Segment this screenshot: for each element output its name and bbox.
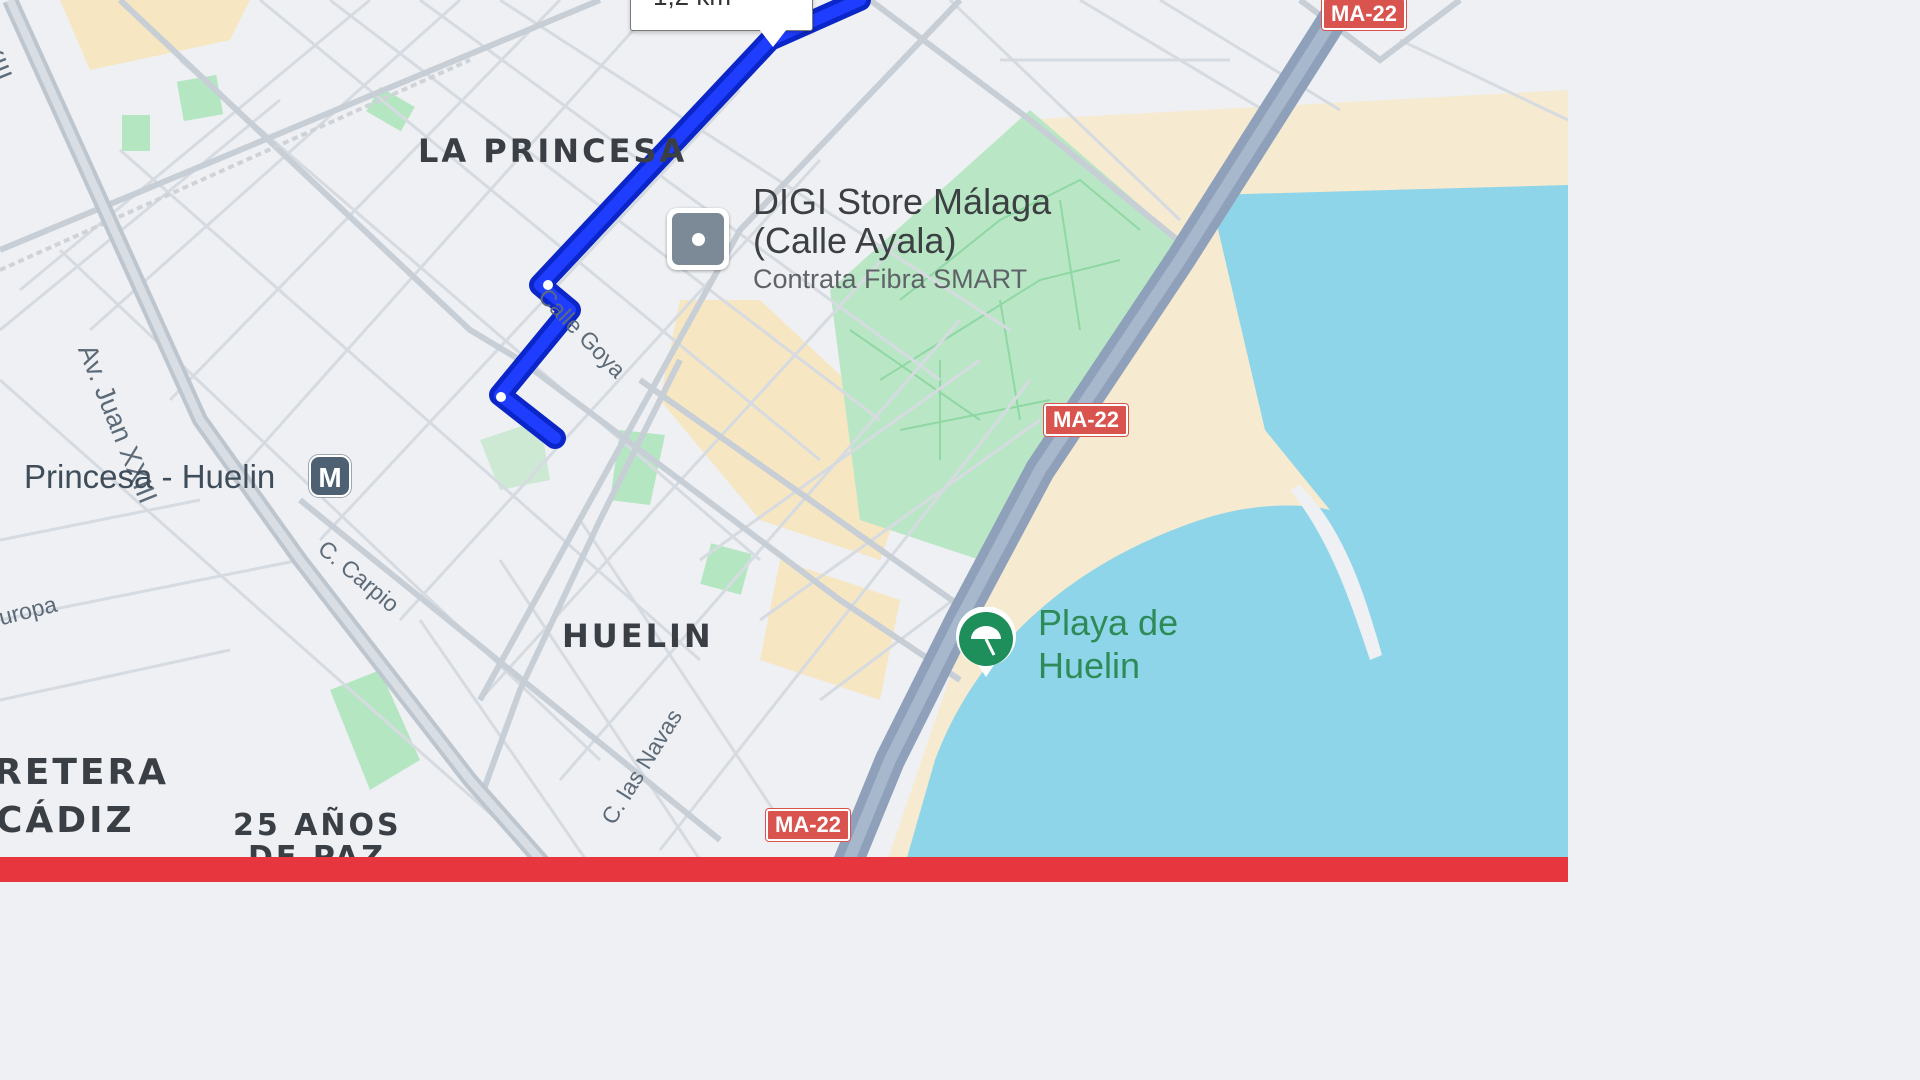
route-distance-label: 1,2 km (653, 0, 731, 12)
callout-pointer (759, 29, 787, 47)
road-shield-ma22-bottom: MA-22 (766, 809, 851, 841)
beach-umbrella-icon[interactable] (954, 607, 1018, 679)
metro-icon[interactable]: M (309, 455, 351, 497)
poi-store-subtitle: Contrata Fibra SMART (753, 264, 1028, 294)
metro-station-label[interactable]: Princesa - Huelin (24, 458, 275, 496)
district-carretera: RETERA (0, 752, 170, 793)
poi-store-title-line1[interactable]: DIGI Store Málaga (753, 183, 1051, 221)
map-canvas[interactable] (0, 0, 1568, 882)
road-shield-ma22-middle: MA-22 (1044, 404, 1129, 436)
bottom-accent-bar (0, 857, 1568, 882)
district-huelin: HUELIN (562, 617, 714, 655)
poi-beach-line2[interactable]: Huelin (1038, 644, 1140, 687)
route-distance-callout[interactable]: 1,2 km (630, 0, 813, 31)
district-cadiz: CÁDIZ (0, 800, 135, 841)
store-marker-icon[interactable] (667, 208, 729, 270)
poi-store-title-line2[interactable]: (Calle Ayala) (753, 222, 956, 260)
road-shield-ma22-top: MA-22 (1322, 0, 1407, 30)
poi-beach-line1[interactable]: Playa de (1038, 601, 1178, 644)
district-la-princesa: LA PRINCESA (418, 132, 688, 170)
district-25-anos: 25 AÑOS (233, 808, 402, 843)
